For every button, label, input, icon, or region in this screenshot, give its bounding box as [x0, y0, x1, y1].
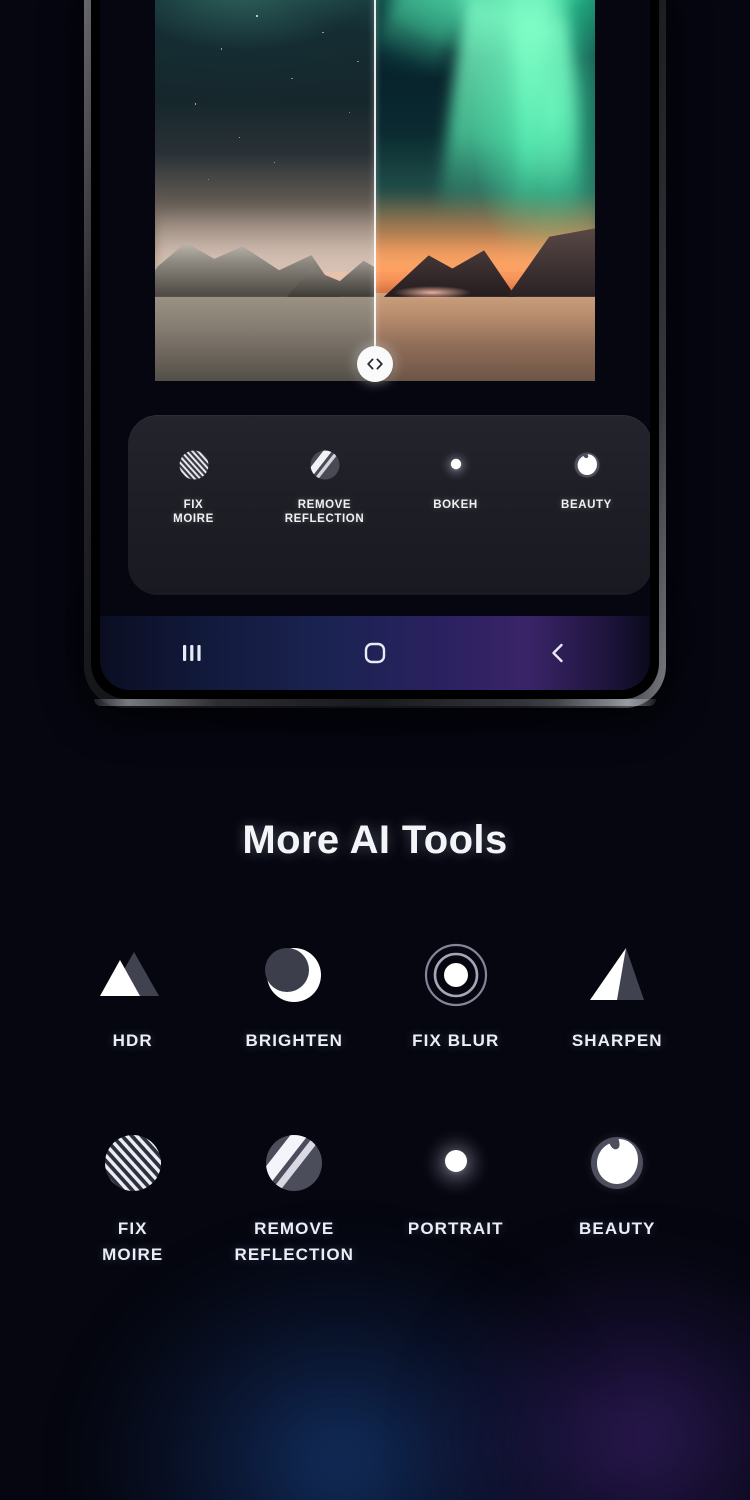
tool-portrait[interactable]: PORTRAIT	[375, 1126, 537, 1242]
bokeh-dot-icon	[438, 441, 474, 489]
tool-brighten[interactable]: BRIGHTEN	[214, 938, 376, 1054]
ai-tools-row-2: FIX MOIRE REMOVE REFLECTION PORTRAIT BEA…	[52, 1126, 698, 1268]
panel-tool-label: REMOVE REFLECTION	[284, 499, 365, 525]
android-nav-bar	[100, 616, 650, 690]
panel-tool-bokeh[interactable]: BOKEH	[398, 441, 514, 513]
tool-hdr[interactable]: HDR	[52, 938, 214, 1054]
ai-tools-grid: HDR BRIGHTEN FIX BLUR SHARPEN FIX MOIRE …	[52, 938, 698, 1268]
hdr-mountains-icon	[96, 938, 170, 1012]
focus-rings-icon	[419, 938, 493, 1012]
tool-beauty[interactable]: BEAUTY	[537, 1126, 699, 1242]
app-page: FIX MOIRE REMOVE REFLECTION BOKEH BEAUTY…	[0, 0, 750, 1500]
panel-tool-label: FIX MOIRE	[173, 499, 214, 525]
tool-label: BRIGHTEN	[245, 1031, 344, 1050]
panel-tool-label: BOKEH	[433, 499, 478, 511]
tool-fix-blur[interactable]: FIX BLUR	[375, 938, 537, 1054]
striped-circle-icon	[176, 441, 212, 489]
tool-label: BEAUTY	[579, 1219, 656, 1238]
recents-bars-icon[interactable]	[147, 642, 237, 664]
town-lights-after	[392, 286, 472, 299]
glare-circle-icon	[307, 441, 343, 489]
tool-remove-reflection[interactable]: REMOVE REFLECTION	[214, 1126, 376, 1268]
phone-tool-panel: FIX MOIRE REMOVE REFLECTION BOKEH BEAUTY	[128, 415, 650, 595]
page-title: More AI Tools	[242, 818, 508, 862]
tool-label: REMOVE REFLECTION	[234, 1219, 355, 1264]
panel-tool-label: BEAUTY	[561, 499, 612, 511]
bokeh-dot-icon	[419, 1126, 493, 1200]
before-after-photo[interactable]	[155, 0, 595, 381]
tool-label: PORTRAIT	[407, 1219, 504, 1238]
back-chevron-icon[interactable]	[513, 641, 603, 665]
beauty-face-icon	[580, 1126, 654, 1200]
beauty-face-icon	[569, 441, 605, 489]
ai-tools-row-1: HDR BRIGHTEN FIX BLUR SHARPEN	[52, 938, 698, 1054]
phone-screen: FIX MOIRE REMOVE REFLECTION BOKEH BEAUTY	[100, 0, 650, 690]
tool-label: FIX MOIRE	[102, 1219, 164, 1264]
tool-label: SHARPEN	[571, 1031, 663, 1050]
background-glow-blue	[80, 1240, 600, 1500]
tool-fix-moire[interactable]: FIX MOIRE	[52, 1126, 214, 1268]
phone-device: FIX MOIRE REMOVE REFLECTION BOKEH BEAUTY	[84, 0, 666, 708]
compare-divider	[374, 0, 376, 381]
striped-circle-icon	[96, 1126, 170, 1200]
background-glow-purple	[430, 1250, 750, 1500]
panel-tool-remove-reflection[interactable]: REMOVE REFLECTION	[267, 441, 383, 526]
compare-slider-handle[interactable]	[357, 346, 393, 382]
panel-tool-fix-moire[interactable]: FIX MOIRE	[136, 441, 252, 526]
panel-tool-beauty[interactable]: BEAUTY	[529, 441, 645, 513]
tool-label: FIX BLUR	[412, 1031, 500, 1050]
home-square-icon[interactable]	[330, 640, 420, 666]
phone-bottom-bezel	[94, 699, 656, 706]
crescent-moon-icon	[257, 938, 331, 1012]
tool-label: HDR	[112, 1031, 153, 1050]
glare-circle-icon	[257, 1126, 331, 1200]
split-triangle-icon	[580, 938, 654, 1012]
tool-sharpen[interactable]: SHARPEN	[537, 938, 699, 1054]
